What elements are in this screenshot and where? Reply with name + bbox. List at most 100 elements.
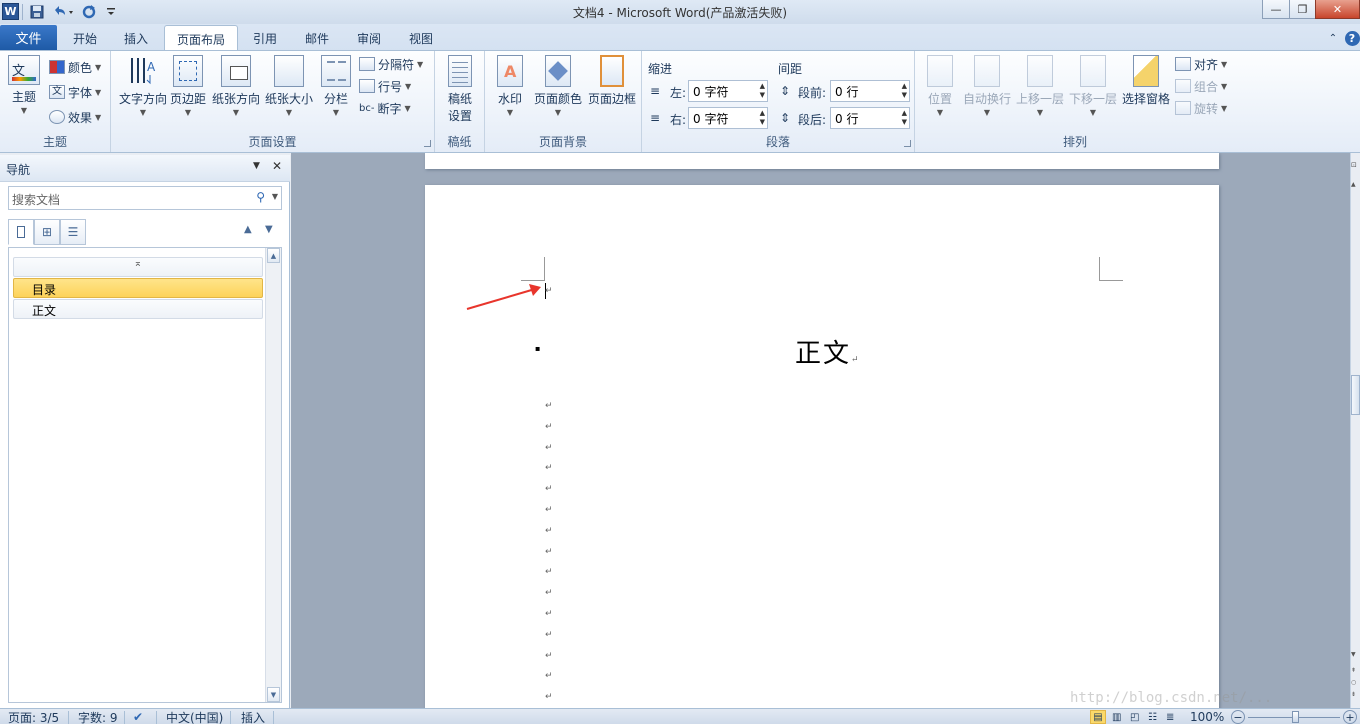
scroll-up-icon[interactable]: ▲ — [1351, 181, 1360, 191]
next-page-icon[interactable]: ⇟ — [1351, 691, 1360, 698]
help-icon[interactable]: ? — [1344, 26, 1360, 50]
collapse-all-button[interactable]: ⌅ — [13, 257, 263, 277]
manuscript-label-1: 稿纸 — [447, 92, 472, 106]
scroll-down-icon[interactable]: ▼ — [1351, 651, 1360, 658]
page-color-button[interactable]: 页面颜色 ▼ — [532, 55, 584, 117]
insert-mode-indicator[interactable]: 插入 — [241, 709, 265, 724]
themes-button[interactable]: 文 主题 ▼ — [6, 55, 42, 115]
search-options-icon[interactable]: ▼ — [272, 192, 278, 201]
wrap-text-button[interactable]: 自动换行 ▼ — [961, 55, 1013, 117]
theme-colors-button[interactable]: 颜色 ▼ — [49, 57, 101, 77]
indent-left-input[interactable]: 0 字符 ▲ ▼ — [688, 80, 768, 102]
paragraph-mark: ↵ — [545, 442, 553, 453]
full-screen-reading-icon[interactable]: ▥ — [1112, 709, 1121, 724]
spinner-icon[interactable]: ▲ ▼ — [760, 82, 765, 100]
watermark-button[interactable]: A 水印 ▼ — [493, 55, 527, 117]
paragraph-mark: ↵ — [545, 567, 553, 578]
rotate-button[interactable]: 旋转 ▼ — [1175, 98, 1227, 118]
manuscript-settings-button[interactable]: 稿纸 设置 — [443, 55, 477, 124]
spinner-icon[interactable]: ▲ ▼ — [902, 109, 907, 127]
previous-page-icon[interactable]: ⇞ — [1351, 667, 1360, 674]
previous-heading-icon[interactable]: ▲ — [244, 224, 252, 235]
theme-fonts-button[interactable]: 文 字体 ▼ — [49, 82, 101, 102]
columns-button[interactable]: 分栏 ▼ — [319, 55, 353, 117]
search-document-input[interactable]: 搜索文档 ⚲ ▼ — [8, 186, 282, 210]
print-layout-view-icon[interactable]: ▤ — [1090, 710, 1106, 724]
scroll-up-icon[interactable]: ▲ — [267, 248, 280, 263]
next-heading-icon[interactable]: ▼ — [265, 224, 273, 235]
spinner-icon[interactable]: ▲ ▼ — [760, 109, 765, 127]
heading-item[interactable]: 目录 — [13, 278, 263, 298]
group-page-background: A 水印 ▼ 页面颜色 ▼ 页面边框 页面背景 — [485, 51, 642, 152]
margins-button[interactable]: 页边距 ▼ — [169, 55, 207, 117]
zoom-in-icon[interactable]: + — [1343, 710, 1357, 724]
body-heading[interactable]: 正文↵ — [795, 333, 859, 370]
ruler-toggle-icon[interactable]: ⊡ — [1351, 161, 1360, 173]
language-indicator[interactable]: 中文(中国) — [166, 709, 223, 724]
page-setup-dialog-launcher-icon[interactable] — [424, 140, 431, 147]
line-numbers-button[interactable]: 行号 ▼ — [359, 76, 411, 96]
heading-item[interactable]: 正文 — [13, 299, 263, 319]
tab-file[interactable]: 文件 — [0, 25, 57, 50]
minimize-button[interactable]: — — [1262, 0, 1290, 19]
text-direction-button[interactable]: A 文字方向 ▼ — [116, 55, 170, 117]
select-browse-object-icon[interactable]: ○ — [1351, 679, 1360, 686]
hyphenation-button[interactable]: bc- 断字 ▼ — [359, 98, 411, 118]
spacing-before-label: 段前: — [798, 86, 827, 100]
paper-size-button[interactable]: 纸张大小 ▼ — [264, 55, 314, 117]
breaks-button[interactable]: 分隔符 ▼ — [359, 54, 423, 74]
tab-view[interactable]: 视图 — [400, 26, 442, 50]
proofing-icon[interactable]: ✔ — [133, 709, 143, 724]
group-paragraph: 缩进 间距 ≡ 左: 0 字符 ▲ ▼ ≡ 右: 0 字符 ▲ ▼ ⇕ 段前: 0 行 ▲… — [642, 51, 915, 152]
web-layout-icon[interactable]: ◰ — [1130, 709, 1139, 724]
outline-view-icon[interactable]: ☷ — [1148, 709, 1157, 724]
scroll-down-icon[interactable]: ▼ — [267, 687, 280, 702]
tab-home[interactable]: 开始 — [64, 26, 106, 50]
maximize-button[interactable]: ❐ — [1289, 0, 1316, 19]
tab-references[interactable]: 引用 — [244, 26, 286, 50]
close-pane-icon[interactable]: ✕ — [272, 159, 282, 173]
tab-results-view[interactable]: ☰ — [60, 219, 86, 245]
headings-scrollbar[interactable]: ▲ ▼ — [265, 248, 281, 702]
paragraph-dialog-launcher-icon[interactable] — [904, 140, 911, 147]
pane-options-icon[interactable]: ▼ — [253, 161, 260, 171]
align-button[interactable]: 对齐 ▼ — [1175, 54, 1227, 74]
tab-mailings[interactable]: 邮件 — [296, 26, 338, 50]
tab-review[interactable]: 审阅 — [348, 26, 390, 50]
group-label-themes: 主题 — [42, 135, 67, 149]
page-count[interactable]: 页面: 3/5 — [8, 709, 59, 724]
document-page[interactable]: ↵ ▪ 正文↵ ↵ ↵ ↵ ↵ ↵ ↵ ↵ ↵ ↵ ↵ ↵ ↵ ↵ ↵ ↵ — [425, 185, 1219, 708]
spinner-icon[interactable]: ▲ ▼ — [902, 82, 907, 100]
zoom-slider-thumb[interactable] — [1292, 711, 1299, 723]
columns-label: 分栏 — [323, 92, 348, 106]
close-button[interactable]: ✕ — [1315, 0, 1360, 19]
columns-icon — [321, 55, 351, 87]
zoom-out-icon[interactable]: − — [1231, 710, 1245, 724]
theme-effects-button[interactable]: 效果 ▼ — [49, 107, 101, 127]
draft-view-icon[interactable]: ≣ — [1166, 709, 1174, 724]
page-borders-button[interactable]: 页面边框 — [586, 55, 638, 107]
minimize-ribbon-icon[interactable]: ⌃ — [1326, 26, 1340, 50]
scroll-thumb[interactable] — [1351, 375, 1360, 415]
group-label-paragraph: 段落 — [765, 135, 790, 149]
spacing-after-icon: ⇕ — [780, 111, 791, 125]
zoom-level[interactable]: 100% — [1190, 709, 1224, 724]
spacing-before-input[interactable]: 0 行 ▲ ▼ — [830, 80, 910, 102]
group-objects-button[interactable]: 组合 ▼ — [1175, 76, 1227, 96]
position-button[interactable]: 位置 ▼ — [923, 55, 957, 117]
tab-insert[interactable]: 插入 — [114, 26, 158, 50]
selection-pane-button[interactable]: 选择窗格 — [1120, 55, 1172, 107]
tab-page-layout[interactable]: 页面布局 — [164, 25, 238, 52]
document-scrollbar[interactable]: ⊡ ▲ ▼ ⇞ ○ ⇟ — [1350, 153, 1360, 708]
search-icon[interactable]: ⚲ — [256, 190, 265, 204]
send-backward-button[interactable]: 下移一层 ▼ — [1067, 55, 1119, 117]
spacing-after-input[interactable]: 0 行 ▲ ▼ — [830, 107, 910, 129]
group-themes: 文 主题 ▼ 颜色 ▼ 文 字体 ▼ 效果 ▼ 主题 — [0, 51, 111, 152]
tab-pages-view[interactable]: ⊞ — [34, 219, 60, 245]
bring-forward-button[interactable]: 上移一层 ▼ — [1014, 55, 1066, 117]
tab-headings-view[interactable] — [8, 219, 34, 245]
word-count[interactable]: 字数: 9 — [78, 709, 118, 724]
indent-right-input[interactable]: 0 字符 ▲ ▼ — [688, 107, 768, 129]
orientation-button[interactable]: 纸张方向 ▼ — [211, 55, 261, 117]
breaks-icon — [359, 57, 375, 71]
